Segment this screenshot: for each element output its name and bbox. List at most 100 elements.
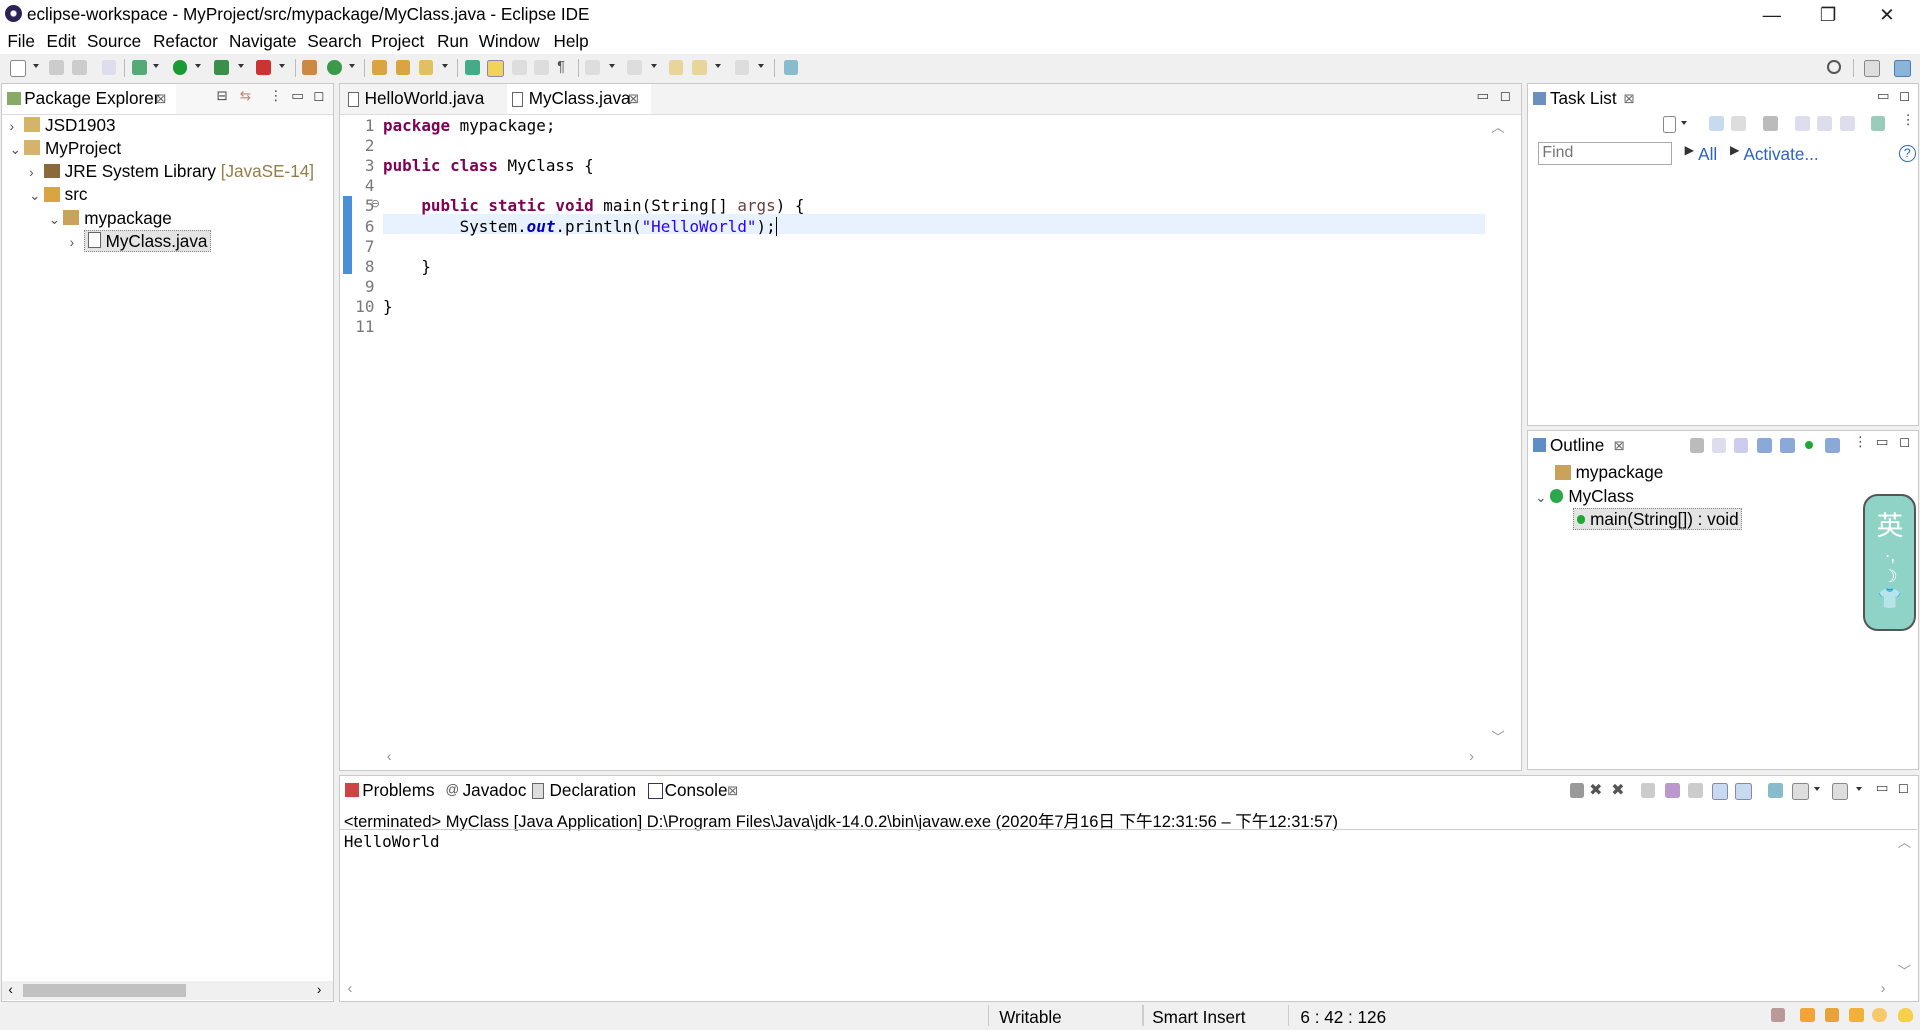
- moon-icon[interactable]: ☽: [1865, 566, 1914, 587]
- maximize-icon[interactable]: ◻: [1898, 780, 1909, 796]
- collapse-all-icon[interactable]: [1711, 438, 1727, 453]
- new-java-class-icon[interactable]: [326, 59, 342, 75]
- view-menu-icon[interactable]: ⋮: [1901, 112, 1914, 128]
- show-on-stdout-icon[interactable]: [1711, 783, 1729, 801]
- menu-run[interactable]: Run: [437, 31, 468, 52]
- maximize-icon[interactable]: ◻: [1500, 88, 1511, 104]
- minimize-icon[interactable]: ▭: [1477, 88, 1490, 104]
- maximize-icon[interactable]: ◻: [1899, 88, 1910, 104]
- maximize-icon[interactable]: ◻: [1899, 434, 1910, 450]
- chevron-down-icon[interactable]: ⌄: [29, 184, 44, 207]
- task-find-input[interactable]: [1537, 141, 1673, 166]
- tree-item[interactable]: ⌄ src: [29, 183, 87, 206]
- open-console-icon[interactable]: [1831, 783, 1849, 801]
- scrollbar-thumb[interactable]: [23, 984, 186, 997]
- tab-javadoc[interactable]: @ Javadoc: [441, 776, 526, 805]
- synchronize-icon[interactable]: [1870, 116, 1886, 131]
- menu-edit[interactable]: Edit: [47, 31, 77, 52]
- remove-all-terminated-icon[interactable]: ✖: [1611, 780, 1624, 800]
- activate-link[interactable]: Activate...: [1743, 144, 1818, 165]
- chevron-right-icon[interactable]: ›: [70, 231, 85, 254]
- tree-item[interactable]: ⌄ mypackage: [49, 207, 172, 230]
- ime-widget[interactable]: 英 ·, ☽ 👕: [1863, 494, 1917, 631]
- java-perspective-icon[interactable]: [1894, 59, 1911, 77]
- all-link[interactable]: All: [1698, 144, 1717, 165]
- new-task-dropdown-icon[interactable]: [1680, 120, 1687, 126]
- next-annotation-icon[interactable]: [585, 59, 600, 75]
- categorized-icon[interactable]: [1709, 116, 1724, 131]
- menu-navigate[interactable]: Navigate: [229, 31, 297, 52]
- outline-item-method[interactable]: main(String[]) : void: [1573, 507, 1743, 531]
- scroll-right-icon[interactable]: ›: [1881, 981, 1886, 997]
- menu-project[interactable]: Project: [371, 31, 424, 52]
- scroll-left-icon[interactable]: ‹: [8, 982, 12, 997]
- horizontal-scrollbar[interactable]: ‹ ›: [2, 980, 333, 1001]
- new-dropdown-icon[interactable]: [33, 63, 40, 69]
- chevron-down-icon[interactable]: ⌄: [10, 138, 25, 161]
- forward-dropdown-icon[interactable]: [757, 63, 764, 69]
- menu-file[interactable]: File: [7, 31, 35, 52]
- close-icon[interactable]: ⊠: [155, 84, 166, 113]
- trim-stack-icon[interactable]: [1848, 1007, 1864, 1023]
- minimize-button[interactable]: —: [1744, 0, 1800, 29]
- tab-outline[interactable]: Outline: [1527, 430, 1617, 461]
- scroll-lock-icon[interactable]: [1665, 783, 1680, 799]
- menu-refactor[interactable]: Refactor: [153, 31, 218, 52]
- chevron-down-icon[interactable]: ⌄: [1535, 486, 1550, 509]
- show-whitespace-icon[interactable]: ¶: [557, 60, 572, 75]
- word-wrap-icon[interactable]: [533, 59, 549, 75]
- forward-icon[interactable]: [734, 59, 750, 75]
- selected-method[interactable]: main(String[]) : void: [1573, 507, 1743, 530]
- close-icon[interactable]: ⊠: [628, 84, 639, 113]
- external-tools-dropdown-icon[interactable]: [279, 63, 286, 69]
- save-all-icon[interactable]: [72, 59, 87, 75]
- close-icon[interactable]: ⊠: [1614, 431, 1625, 460]
- menu-window[interactable]: Window: [479, 31, 540, 52]
- new-icon[interactable]: [9, 59, 27, 77]
- view-menu-icon[interactable]: ⋮: [269, 88, 282, 104]
- link-with-editor-icon[interactable]: ⇆: [240, 88, 251, 104]
- word-wrap-console-icon[interactable]: [1688, 783, 1704, 799]
- debug-icon[interactable]: [132, 59, 147, 75]
- collapse-all-icon[interactable]: [1840, 116, 1855, 131]
- external-tools-icon[interactable]: [255, 59, 271, 75]
- outline-item-package[interactable]: mypackage: [1554, 461, 1663, 484]
- trim-stack-icon[interactable]: [1872, 1007, 1887, 1023]
- close-button[interactable]: ✕: [1859, 0, 1915, 29]
- open-console-dropdown-icon[interactable]: [1856, 787, 1863, 792]
- shirt-icon[interactable]: 👕: [1865, 587, 1914, 611]
- coverage-dropdown-icon[interactable]: [237, 63, 244, 69]
- fold-marker-icon[interactable]: ⊖: [371, 197, 380, 210]
- chevron-right-icon[interactable]: ›: [10, 115, 25, 138]
- filter-icon[interactable]: [1763, 116, 1778, 131]
- display-console-dropdown-icon[interactable]: [1814, 787, 1821, 792]
- show-on-stderr-icon[interactable]: [1734, 783, 1752, 801]
- mark-occurrences-icon[interactable]: [487, 59, 505, 77]
- trim-stack-icon[interactable]: [1800, 1007, 1815, 1023]
- minimize-icon[interactable]: ▭: [291, 88, 304, 104]
- tree-item[interactable]: ⌄ MyProject: [10, 137, 122, 160]
- run-icon[interactable]: [172, 59, 188, 75]
- tab-helloworld-java[interactable]: HelloWorld.java: [343, 84, 505, 113]
- scroll-right-icon[interactable]: ›: [317, 982, 321, 997]
- scroll-down-icon[interactable]: ﹀: [1491, 726, 1504, 746]
- scroll-left-icon[interactable]: ‹: [387, 749, 392, 765]
- previous-annotation-dropdown-icon[interactable]: [651, 63, 658, 69]
- code-area[interactable]: package mypackage; public class MyClass …: [383, 116, 1485, 753]
- hide-fields-icon[interactable]: [1756, 438, 1772, 453]
- tab-problems[interactable]: Problems: [340, 776, 438, 805]
- back-dropdown-icon[interactable]: [715, 63, 722, 69]
- block-selection-icon[interactable]: [511, 59, 527, 75]
- outline-item-class[interactable]: ⌄ MyClass: [1535, 485, 1634, 508]
- pin-console-icon[interactable]: [1767, 783, 1783, 799]
- debug-dropdown-icon[interactable]: [153, 63, 160, 69]
- tree-item[interactable]: › MyClass.java: [70, 229, 211, 254]
- tab-package-explorer[interactable]: Package Explorer: [2, 84, 177, 114]
- coverage-icon[interactable]: [214, 59, 229, 75]
- pin-editor-icon[interactable]: [783, 59, 799, 75]
- chevron-down-icon[interactable]: ⌄: [49, 208, 64, 231]
- tab-console[interactable]: Console: [642, 776, 731, 806]
- lightbulb-icon[interactable]: [1897, 1007, 1913, 1023]
- open-perspective-icon[interactable]: [1863, 59, 1881, 77]
- sort-icon[interactable]: [1733, 438, 1749, 453]
